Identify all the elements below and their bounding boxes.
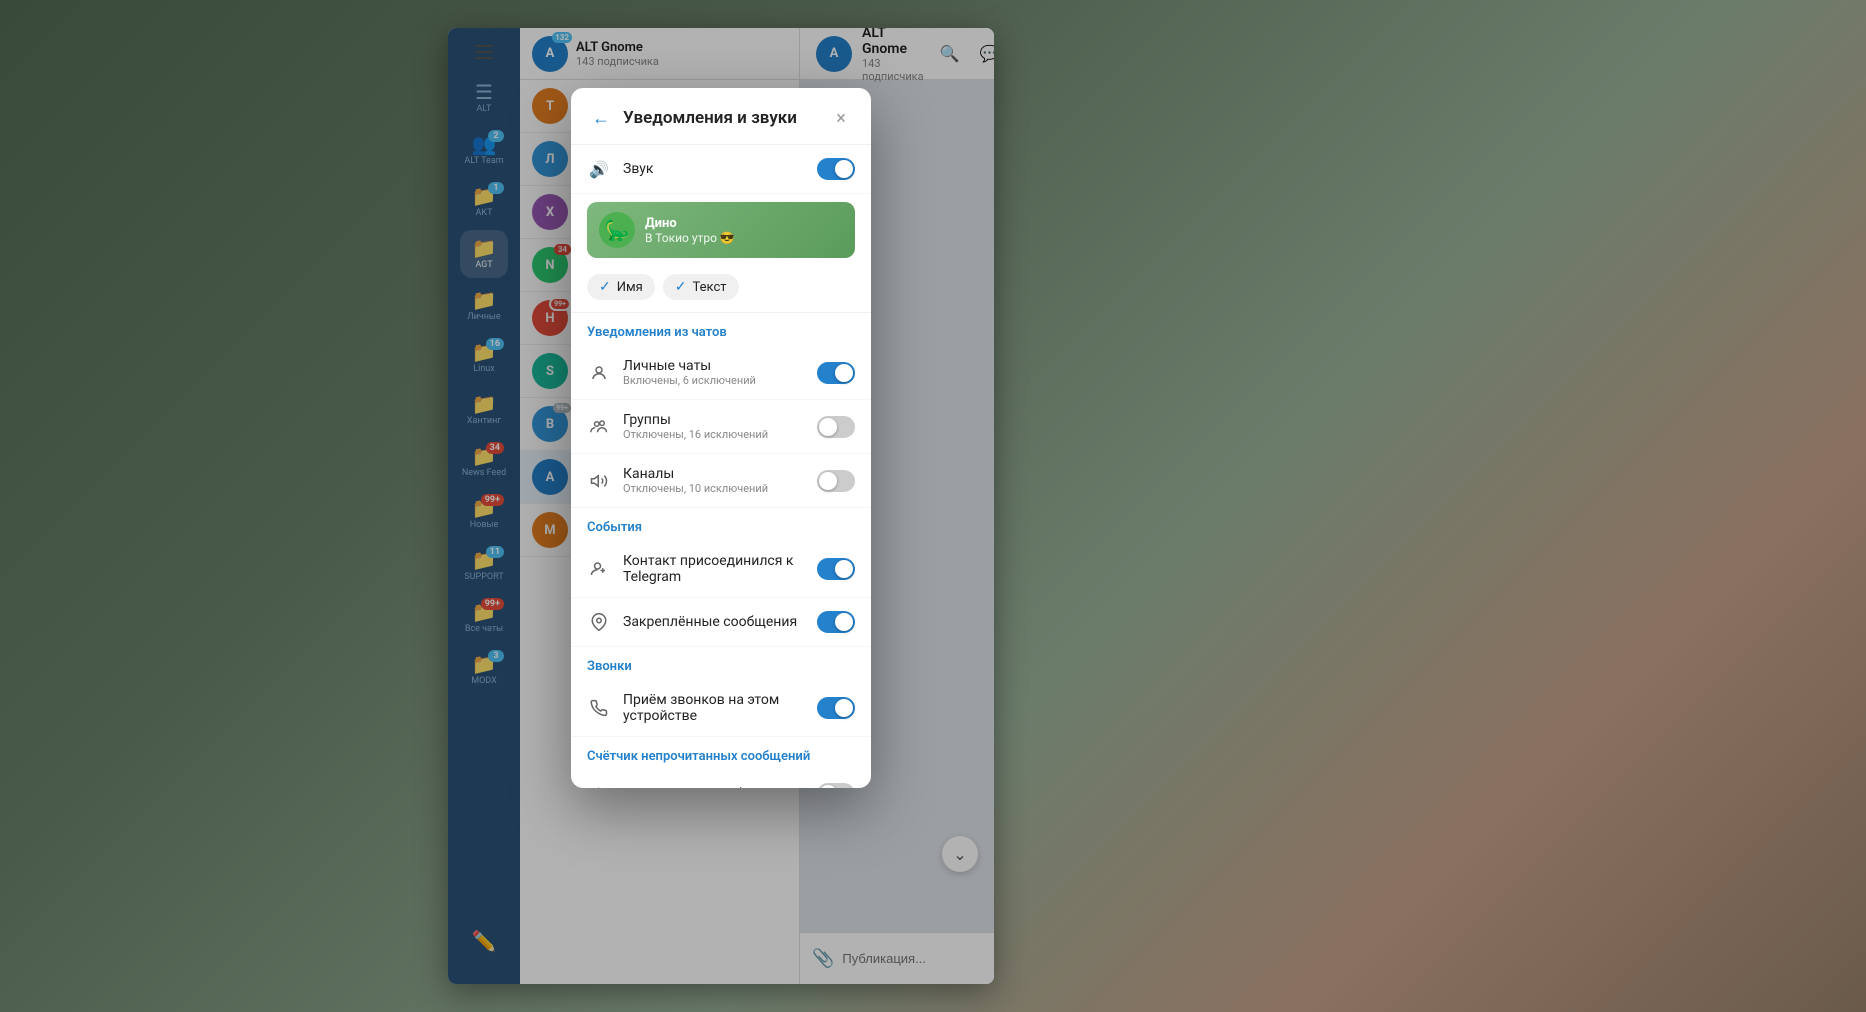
count-muted-label: Учитывать чаты без звука: [623, 786, 805, 788]
calls-label-main: Приём звонков на этом устройстве: [623, 692, 805, 724]
section-calls: Звонки: [571, 647, 871, 680]
close-icon: ×: [836, 108, 846, 129]
dialog-close-button[interactable]: ×: [827, 104, 855, 132]
personal-chats-label-sub: Включены, 6 исключений: [623, 374, 805, 387]
personal-chats-row: Личные чаты Включены, 6 исключений: [571, 346, 871, 400]
sound-icon: 🔊: [587, 157, 611, 181]
channels-label-sub: Отключены, 10 исключений: [623, 482, 805, 495]
calls-toggle-knob: [835, 699, 853, 717]
preview-option-text-label: Текст: [693, 280, 727, 295]
preview-option-text[interactable]: ✓ Текст: [663, 274, 739, 300]
channels-toggle[interactable]: [817, 470, 855, 492]
section-unread-counter: Счётчик непрочитанных сообщений: [571, 737, 871, 770]
contact-joined-row: Контакт присоединился к Telegram: [571, 541, 871, 598]
groups-icon: [587, 415, 611, 439]
calls-icon: [587, 696, 611, 720]
sound-toggle-knob: [835, 160, 853, 178]
pinned-messages-label-main: Закреплённые сообщения: [623, 614, 805, 630]
contact-joined-toggle[interactable]: [817, 558, 855, 580]
preview-text: В Токио утро 😎: [645, 231, 843, 245]
sound-toggle[interactable]: [817, 158, 855, 180]
contact-joined-toggle-knob: [835, 560, 853, 578]
sound-row: 🔊 Звук: [571, 145, 871, 194]
dialog-title: Уведомления и звуки: [623, 108, 827, 128]
preview-name: Дино: [645, 216, 843, 231]
notifications-dialog: ← Уведомления и звуки × 🔊 Звук: [571, 88, 871, 788]
personal-chats-label: Личные чаты Включены, 6 исключений: [623, 358, 805, 387]
calls-label: Приём звонков на этом устройстве: [623, 692, 805, 724]
personal-chats-toggle[interactable]: [817, 362, 855, 384]
channels-icon: [587, 469, 611, 493]
pinned-messages-label: Закреплённые сообщения: [623, 614, 805, 630]
calls-toggle[interactable]: [817, 697, 855, 719]
contact-joined-icon: [587, 557, 611, 581]
pinned-messages-toggle[interactable]: [817, 611, 855, 633]
channels-row: Каналы Отключены, 10 исключений: [571, 454, 871, 508]
notification-preview-card: 🦕 Дино В Токио утро 😎: [587, 202, 855, 258]
contact-joined-label: Контакт присоединился к Telegram: [623, 553, 805, 585]
channels-label: Каналы Отключены, 10 исключений: [623, 466, 805, 495]
groups-label-main: Группы: [623, 412, 805, 428]
preview-content: Дино В Токио утро 😎: [645, 216, 843, 245]
sound-label: Звук: [623, 161, 805, 177]
preview-option-name-label: Имя: [617, 280, 643, 295]
pinned-messages-icon: [587, 610, 611, 634]
dialog-header: ← Уведомления и звуки ×: [571, 88, 871, 145]
count-muted-toggle[interactable]: [817, 783, 855, 788]
dialog-back-button[interactable]: ←: [587, 104, 615, 132]
groups-toggle-knob: [819, 418, 837, 436]
calls-row: Приём звонков на этом устройстве: [571, 680, 871, 737]
back-arrow-icon: ←: [592, 108, 610, 129]
pinned-messages-row: Закреплённые сообщения: [571, 598, 871, 647]
groups-label-sub: Отключены, 16 исключений: [623, 428, 805, 441]
preview-options: ✓ Имя ✓ Текст: [571, 266, 871, 313]
pinned-messages-toggle-knob: [835, 613, 853, 631]
section-chat-notifications: Уведомления из чатов: [571, 313, 871, 346]
personal-chats-toggle-knob: [835, 364, 853, 382]
groups-toggle[interactable]: [817, 416, 855, 438]
sound-label-text: Звук: [623, 161, 805, 177]
check-icon-name: ✓: [599, 279, 611, 295]
preview-avatar: 🦕: [599, 212, 635, 248]
count-muted-label-main: Учитывать чаты без звука: [623, 786, 805, 788]
dialog-overlay: ← Уведомления и звуки × 🔊 Звук: [448, 28, 994, 984]
channels-toggle-knob: [819, 472, 837, 490]
check-icon-text: ✓: [675, 279, 687, 295]
groups-label: Группы Отключены, 16 исключений: [623, 412, 805, 441]
section-events: События: [571, 508, 871, 541]
count-muted-row: Учитывать чаты без звука: [571, 770, 871, 788]
preview-emoji: 🦕: [605, 218, 630, 242]
groups-row: Группы Отключены, 16 исключений: [571, 400, 871, 454]
count-muted-icon: [587, 782, 611, 788]
count-muted-toggle-knob: [819, 785, 837, 788]
app-window: ☰ ALT 👥 ALT Team 2 📁 AKT 1 📁 AGT 📁 Личны…: [448, 28, 994, 984]
personal-chats-label-main: Личные чаты: [623, 358, 805, 374]
dialog-body: 🔊 Звук 🦕 Дино В Токио утро 😎: [571, 145, 871, 788]
contact-joined-label-main: Контакт присоединился к Telegram: [623, 553, 805, 585]
channels-label-main: Каналы: [623, 466, 805, 482]
personal-chats-icon: [587, 361, 611, 385]
preview-option-name[interactable]: ✓ Имя: [587, 274, 655, 300]
